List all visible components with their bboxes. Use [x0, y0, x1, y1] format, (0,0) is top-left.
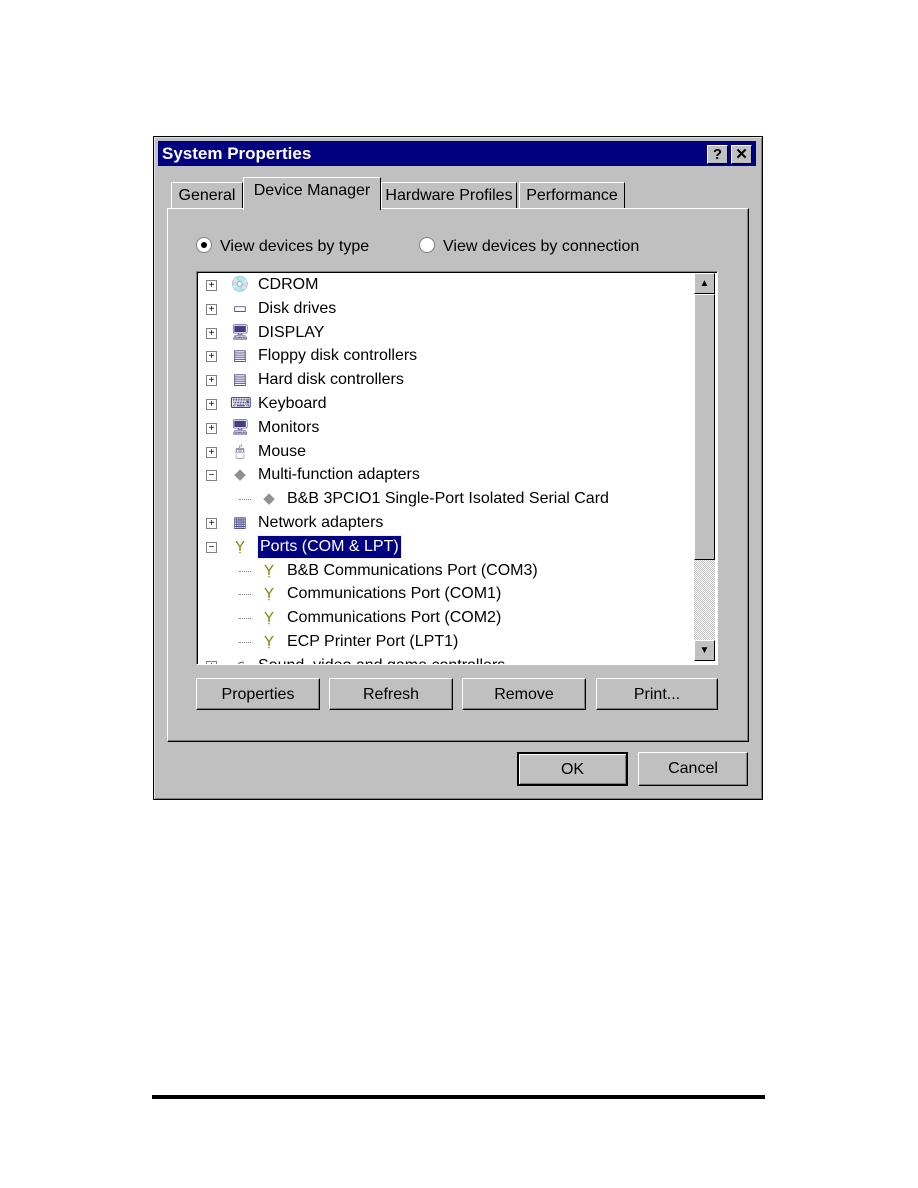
tree-item[interactable]: − Ỵ Ports (COM & LPT) [197, 534, 717, 559]
mouse-icon: 🖱 [235, 442, 245, 460]
tree-item-label: DISPLAY [258, 323, 325, 341]
tab-general[interactable]: General [171, 182, 243, 209]
disk-drive-icon: ▭ [232, 299, 248, 317]
scroll-down-button[interactable]: ▼ [694, 640, 715, 661]
tree-item[interactable]: Ỵ ECP Printer Port (LPT1) [197, 631, 717, 653]
tree-item[interactable]: + 🖥 DISPLAY [197, 322, 717, 344]
tree-item-label: ECP Printer Port (LPT1) [287, 633, 459, 650]
radio-label: View devices by type [220, 238, 370, 255]
scroll-up-button[interactable]: ▲ [694, 273, 715, 294]
tree-item-label: B&B 3PCIO1 Single-Port Isolated Serial C… [287, 490, 609, 508]
tree-item[interactable]: + ▦ Network adapters [197, 512, 717, 534]
help-button[interactable]: ? [707, 145, 728, 164]
device-tree[interactable]: + 💿 CDROM + ▭ Disk drives + 🖥 DISPLAY + ▤ Floppy di… [196, 271, 718, 665]
tree-item[interactable]: + ▭ Disk drives [197, 298, 717, 320]
tree-item-label: CDROM [258, 276, 319, 293]
tree-item-label: Multi-function adapters [258, 466, 420, 484]
port-icon: Ỵ [263, 561, 274, 579]
expand-icon[interactable]: + [206, 375, 217, 387]
tree-item[interactable]: + 🖱 Mouse [197, 441, 717, 463]
expand-icon[interactable]: + [206, 399, 217, 410]
radio-checked-icon [196, 237, 212, 253]
cancel-button[interactable]: Cancel [638, 752, 748, 786]
tree-item-label: Keyboard [258, 395, 327, 412]
tree-item[interactable]: Ỵ B&B Communications Port (COM3) [197, 560, 717, 582]
tree-item-label: Network adapters [258, 514, 384, 531]
expand-icon[interactable]: + [206, 446, 217, 458]
tree-item-label: Ports (COM & LPT) [257, 534, 402, 559]
tree-item[interactable]: + ▤ Hard disk controllers [197, 369, 717, 391]
tab-device-manager[interactable]: Device Manager [243, 177, 381, 210]
tree-item[interactable]: Ỵ Communications Port (COM2) [197, 607, 717, 629]
port-icon: Ỵ [263, 633, 274, 650]
monitor-icon: 🖥 [230, 418, 250, 436]
radio-view-by-type[interactable]: View devices by type [196, 237, 369, 256]
page-rule [152, 1095, 765, 1099]
window-title: System Properties [162, 144, 312, 163]
tab-performance[interactable]: Performance [519, 182, 625, 209]
port-icon: Ỵ [263, 585, 274, 603]
tree-item[interactable]: − ◆ Multi-function adapters [197, 464, 717, 486]
cdrom-icon: 💿 [230, 276, 250, 293]
tree-item[interactable]: + ♫ Sound, video and game controllers [197, 655, 717, 664]
tree-item[interactable]: Ỵ Communications Port (COM1) [197, 583, 717, 605]
expand-icon[interactable]: + [206, 327, 217, 339]
tree-item[interactable]: + ⌨ Keyboard [197, 393, 717, 415]
expand-icon[interactable]: + [206, 422, 217, 434]
controller-icon: ▤ [232, 347, 248, 365]
properties-button[interactable]: Properties [196, 678, 320, 710]
collapse-icon[interactable]: − [206, 470, 217, 482]
tree-item-label: Hard disk controllers [258, 371, 404, 389]
sound-icon: ♫ [230, 657, 250, 664]
display-icon: 🖥 [230, 323, 250, 341]
vertical-scrollbar[interactable]: ▲ ▼ [694, 273, 715, 661]
radio-label: View devices by connection [443, 238, 640, 255]
refresh-button[interactable]: Refresh [329, 678, 453, 710]
ok-button[interactable]: OK [517, 752, 628, 786]
expand-icon[interactable]: + [206, 351, 217, 363]
tree-item-label: Floppy disk controllers [258, 347, 418, 365]
controller-icon: ▤ [232, 371, 248, 389]
tree-item[interactable]: + 🖥 Monitors [197, 417, 717, 439]
tree-item-label: Disk drives [258, 299, 337, 317]
tree-item[interactable]: + ▤ Floppy disk controllers [197, 345, 717, 367]
title-bar: System Properties ? ✕ [158, 141, 756, 166]
radio-view-by-connection[interactable]: View devices by connection [419, 237, 639, 256]
expand-icon[interactable]: + [206, 280, 217, 291]
radio-unchecked-icon [419, 237, 435, 253]
tree-item-label: B&B Communications Port (COM3) [287, 561, 538, 579]
port-icon: Ỵ [263, 609, 274, 627]
expand-icon[interactable]: + [206, 518, 217, 529]
tree-item-label: Mouse [258, 442, 307, 460]
expand-icon[interactable]: + [206, 303, 217, 315]
close-button[interactable]: ✕ [731, 145, 752, 164]
tree-item-label: Communications Port (COM2) [287, 609, 502, 627]
adapter-icon: ◆ [234, 466, 246, 484]
expand-icon[interactable]: + [206, 660, 217, 664]
collapse-icon[interactable]: − [206, 541, 217, 553]
port-icon: Ỵ [234, 537, 245, 555]
remove-button[interactable]: Remove [462, 678, 586, 710]
adapter-icon: ◆ [263, 490, 275, 508]
keyboard-icon: ⌨ [230, 395, 252, 412]
network-adapter-icon: ▦ [232, 514, 248, 531]
print-button[interactable]: Print... [596, 678, 718, 710]
tree-item-label: Communications Port (COM1) [287, 585, 502, 603]
tree-item[interactable]: ◆ B&B 3PCIO1 Single-Port Isolated Serial … [197, 488, 717, 510]
tree-item-label: Monitors [258, 418, 320, 436]
tree-item-label: Sound, video and game controllers [258, 655, 505, 664]
tab-hardware-profiles[interactable]: Hardware Profiles [381, 182, 517, 209]
tree-item[interactable]: + 💿 CDROM [197, 274, 717, 296]
scroll-thumb[interactable] [694, 294, 715, 560]
